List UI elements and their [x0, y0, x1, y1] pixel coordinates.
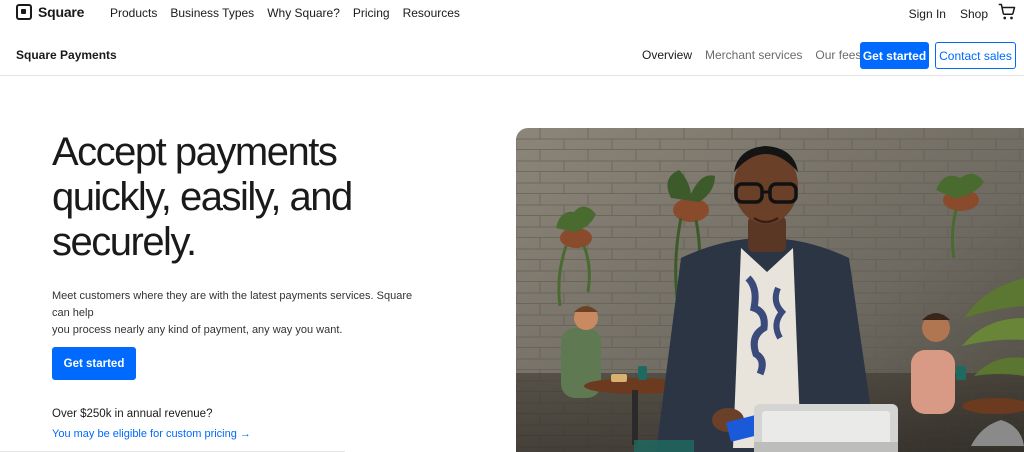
main-nav-links: Products Business Types Why Square? Pric…	[110, 6, 473, 20]
square-logo-icon	[16, 4, 32, 20]
hero-description-line: you process nearly any kind of payment, …	[52, 324, 343, 336]
brand-name: Square	[38, 4, 85, 20]
subnav-merchant-services[interactable]: Merchant services	[705, 48, 802, 62]
nav-resources[interactable]: Resources	[403, 6, 460, 20]
nav-business-types[interactable]: Business Types	[170, 6, 254, 20]
custom-pricing-link[interactable]: You may be eligible for custom pricing →	[52, 428, 251, 440]
hero-title-line: securely.	[52, 220, 197, 264]
subnav-our-fees[interactable]: Our fees	[815, 48, 861, 62]
cart-icon[interactable]	[998, 3, 1016, 21]
contact-sales-button[interactable]: Contact sales	[935, 42, 1016, 69]
subnav-links: Overview Merchant services Our fees	[642, 48, 874, 62]
cafe-merchant-illustration	[516, 128, 1024, 452]
nav-pricing[interactable]: Pricing	[353, 6, 390, 20]
hero-description-line: Meet customers where they are with the l…	[52, 290, 413, 319]
hero-photo	[516, 128, 1024, 452]
subnav-title[interactable]: Square Payments	[16, 48, 117, 62]
subnav-get-started-button[interactable]: Get started	[860, 42, 929, 69]
hero-title-line: quickly, easily, and	[52, 175, 353, 219]
sign-in-link[interactable]: Sign In	[909, 7, 946, 21]
subnav-overview[interactable]: Overview	[642, 48, 692, 62]
account-links: Sign In Shop	[895, 3, 1016, 21]
hero-title: Accept payments quickly, easily, and sec…	[52, 130, 452, 265]
hero-get-started-button[interactable]: Get started	[52, 347, 136, 380]
nav-products[interactable]: Products	[110, 6, 157, 20]
top-navigation: Square Products Business Types Why Squar…	[0, 0, 1024, 26]
nav-why-square[interactable]: Why Square?	[267, 6, 340, 20]
revenue-question: Over $250k in annual revenue?	[52, 408, 213, 420]
product-subnav: Square Payments Overview Merchant servic…	[0, 38, 1024, 76]
shop-link[interactable]: Shop	[960, 7, 988, 21]
hero-title-line: Accept payments	[52, 130, 338, 174]
square-logo[interactable]: Square	[16, 4, 84, 20]
hero-description: Meet customers where they are with the l…	[52, 288, 432, 339]
